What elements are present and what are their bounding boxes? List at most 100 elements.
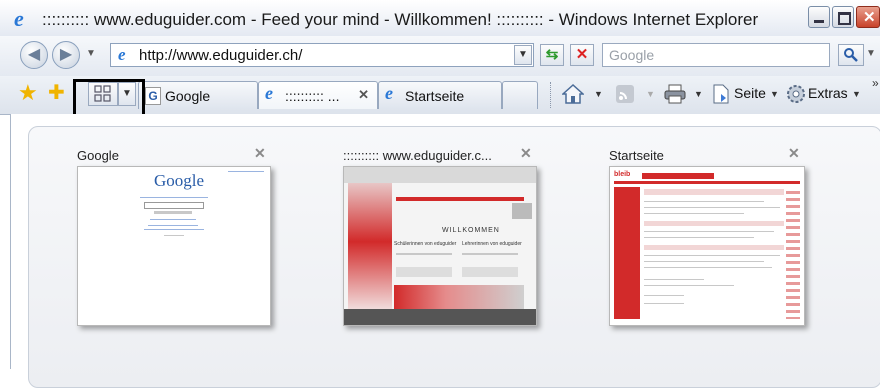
decorative-line [644, 207, 780, 208]
google-logo: Google [154, 171, 205, 190]
rss-icon[interactable] [616, 85, 634, 103]
tab-label: Google [165, 88, 211, 104]
decorative-line [644, 261, 764, 262]
decorative-line [140, 197, 208, 198]
history-dropdown-icon[interactable]: ▼ [86, 48, 96, 59]
decorative-line [644, 255, 780, 256]
decorative-line [644, 303, 684, 304]
decorative-line [228, 171, 264, 172]
google-favicon: G [145, 87, 161, 105]
decorative-line [644, 213, 744, 214]
decorative-line [644, 267, 772, 268]
stop-icon: ✕ [575, 46, 589, 63]
decorative-panel [614, 187, 640, 319]
toolbar-separator [550, 82, 552, 108]
add-favorite-icon[interactable]: ✚ [48, 80, 65, 105]
feeds-dropdown-icon[interactable]: ▼ [646, 89, 655, 99]
ie-icon: e [385, 83, 393, 103]
decorative-panel [614, 181, 800, 184]
magnifier-icon [844, 48, 858, 62]
tab-google[interactable]: G Google [138, 81, 258, 109]
address-field[interactable]: e http://www.eduguider.ch/ [110, 43, 534, 67]
decorative-line [644, 295, 684, 296]
printer-icon[interactable] [664, 84, 686, 104]
tab-startseite[interactable]: e Startseite [378, 81, 502, 109]
decorative-line [644, 237, 754, 238]
page-ie-icon: e [118, 45, 126, 64]
quick-tab-title: :::::::::: www.eduguider.c... [343, 148, 492, 163]
ie-icon: e [265, 83, 273, 103]
quick-tab-title: Startseite [609, 148, 664, 163]
back-button[interactable]: ◀ [20, 41, 48, 69]
quick-tab-thumbnail-eduguider[interactable]: WILLKOMMEN Schülerinnen von eduguider Le… [343, 166, 537, 326]
window-title: :::::::::: www.eduguider.com - Feed your… [42, 10, 759, 29]
decorative-panel [348, 183, 392, 313]
decorative-line [150, 219, 196, 220]
quick-tab-close-icon[interactable]: ✕ [788, 145, 800, 162]
decorative-panel [512, 203, 532, 219]
forward-button[interactable]: ▶ [52, 41, 80, 69]
tools-menu-button[interactable]: Extras [808, 85, 848, 101]
close-window-button[interactable]: ✕ [856, 6, 880, 28]
decorative-panel [786, 187, 800, 319]
window-title-bar[interactable]: e :::::::::: www.eduguider.com - Feed yo… [0, 0, 880, 36]
decorative-panel [344, 309, 536, 325]
print-dropdown-icon[interactable]: ▼ [694, 89, 703, 99]
students-heading: Schülerinnen von eduguider [394, 241, 457, 247]
decorative-line [144, 229, 204, 230]
decorative-panel [644, 221, 784, 226]
decorative-line [164, 235, 184, 236]
decorative-line [154, 211, 192, 214]
decorative-line [644, 285, 734, 286]
address-dropdown-button[interactable]: ▼ [514, 45, 532, 65]
page-dropdown-icon[interactable]: ▼ [770, 89, 779, 99]
teachers-heading: Lehrerinnen von eduguider [462, 241, 522, 247]
decorative-panel [394, 285, 524, 309]
address-toolbar: ◀ ▶ ▼ e http://www.eduguider.ch/ ▼ ⇆ ✕ G… [0, 36, 880, 76]
bleib-logo: bleib [614, 171, 631, 178]
google-search-box [144, 202, 204, 209]
tools-dropdown-icon[interactable]: ▼ [852, 89, 861, 99]
home-icon[interactable] [562, 84, 584, 104]
search-input[interactable]: Google [602, 43, 830, 67]
quick-tab-thumbnail-startseite[interactable]: bleib [609, 166, 805, 326]
stop-button[interactable]: ✕ [570, 44, 594, 66]
address-url: http://www.eduguider.ch/ [139, 47, 303, 64]
decorative-line [644, 201, 764, 202]
quick-tab-close-icon[interactable]: ✕ [254, 145, 266, 162]
toolbar-overflow-icon[interactable]: » [872, 76, 879, 90]
tab-label: :::::::::: ... [285, 88, 340, 104]
decorative-panel [344, 167, 536, 183]
minimize-button[interactable] [808, 6, 830, 28]
quick-tab-close-icon[interactable]: ✕ [520, 145, 532, 162]
decorative-panel [396, 197, 524, 201]
refresh-button[interactable]: ⇆ [540, 44, 564, 66]
willkommen-heading: WILLKOMMEN [442, 227, 500, 234]
search-placeholder: Google [609, 47, 655, 63]
tab-label: Startseite [405, 88, 465, 104]
gear-icon [787, 85, 805, 103]
page-icon [713, 84, 729, 104]
decorative-line [644, 279, 704, 280]
search-options-icon[interactable]: ▼ [866, 48, 876, 59]
ie-icon: e [14, 6, 24, 31]
home-dropdown-icon[interactable]: ▼ [594, 89, 603, 99]
decorative-panel [644, 245, 784, 250]
search-button[interactable] [838, 44, 864, 66]
new-tab-button[interactable] [502, 81, 538, 109]
tab-eduguider[interactable]: e :::::::::: ... ✕ [258, 81, 378, 109]
decorative-panel [642, 173, 714, 179]
refresh-icon: ⇆ [545, 46, 559, 63]
quick-tab-thumbnail-google[interactable]: Google [77, 166, 271, 326]
page-menu-button[interactable]: Seite [734, 85, 766, 101]
quick-tab-title: Google [77, 148, 119, 163]
decorative-panel [644, 189, 784, 195]
decorative-line [644, 231, 774, 232]
close-icon: ✕ [863, 9, 876, 26]
decorative-line [396, 267, 452, 277]
tab-close-icon[interactable]: ✕ [358, 87, 369, 103]
decorative-line [148, 225, 198, 226]
star-icon[interactable]: ★ [18, 80, 38, 106]
maximize-button[interactable] [832, 6, 854, 28]
back-arrow-icon: ◀ [27, 46, 41, 63]
